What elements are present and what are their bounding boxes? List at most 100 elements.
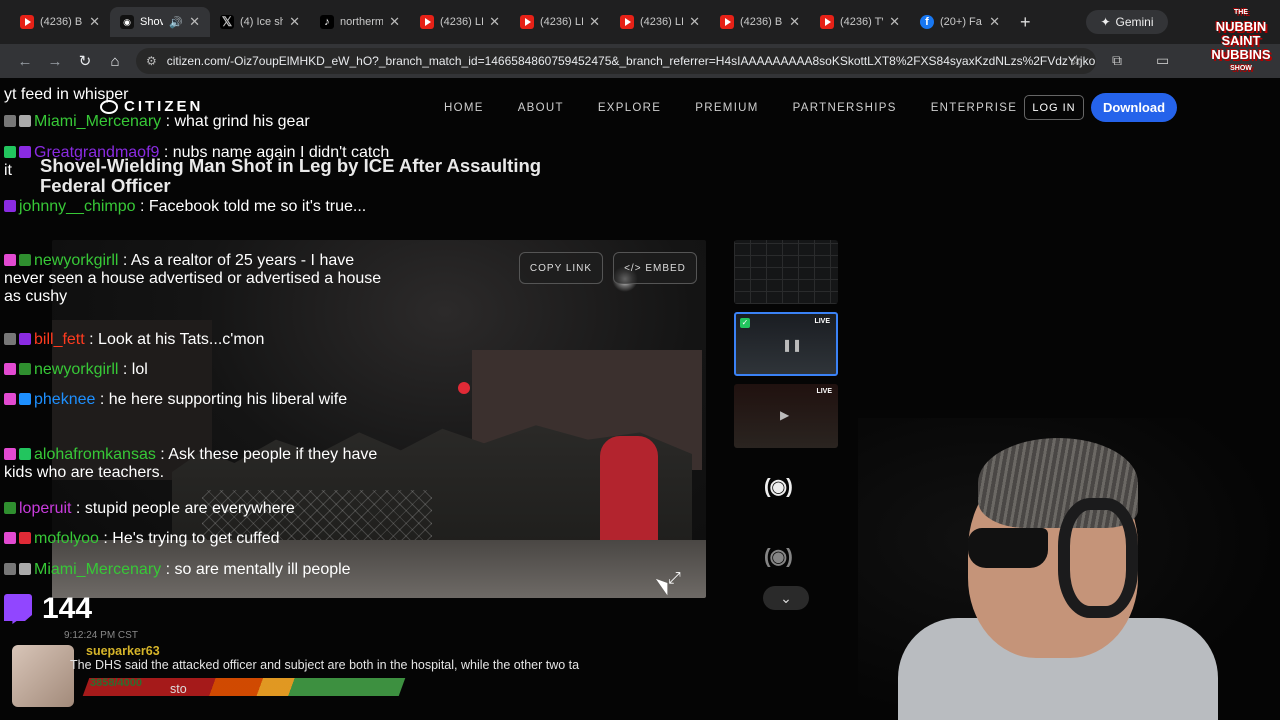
- copy-link-button[interactable]: COPY LINK: [519, 252, 603, 284]
- tab-label: (4) Ice sh: [240, 16, 284, 28]
- login-button[interactable]: LOG IN: [1024, 95, 1084, 120]
- nav-premium[interactable]: PREMIUM: [695, 102, 758, 114]
- home-icon[interactable]: ⌂: [100, 53, 130, 70]
- tab[interactable]: (4236) LI ✕: [410, 7, 510, 37]
- headphones-shape: [1058, 498, 1138, 618]
- chat-text: : Facebook told me so it's true...: [135, 198, 367, 215]
- youtube-icon: [20, 15, 34, 29]
- broadcast-icon[interactable]: (◉): [764, 474, 793, 499]
- badge-icon: [4, 502, 16, 514]
- new-tab-button[interactable]: +: [1020, 12, 1031, 33]
- caption-text: The DHS said the attacked officer and su…: [70, 658, 580, 672]
- avatar: [12, 645, 74, 707]
- tab[interactable]: f (20+) Fa ✕: [910, 7, 1010, 37]
- chat-username[interactable]: Miami_Mercenary: [34, 113, 161, 130]
- close-icon[interactable]: ✕: [589, 14, 600, 30]
- chat-message: Greatgrandmaof9 : nubs name again I didn…: [4, 144, 394, 180]
- close-icon[interactable]: ✕: [89, 14, 100, 30]
- forward-icon[interactable]: →: [40, 53, 70, 70]
- nav-partnerships[interactable]: PARTNERSHIPS: [793, 102, 897, 114]
- tab[interactable]: (4236) LI ✕: [610, 7, 710, 37]
- chat-username[interactable]: bill_fett: [34, 331, 85, 348]
- tab-label: (4236) BI: [740, 16, 784, 28]
- sidebar-icon[interactable]: ▭: [1156, 52, 1169, 69]
- badge-icon: [19, 448, 31, 460]
- back-icon[interactable]: ←: [10, 53, 40, 70]
- tab-label: (4236) LI: [640, 16, 684, 28]
- chat-message: johnny__chimpo : Facebook told me so it'…: [4, 198, 394, 216]
- broadcast-icon[interactable]: (◉): [764, 544, 793, 569]
- chat-username[interactable]: newyorkgirll: [34, 252, 118, 269]
- site-nav-links: HOME ABOUT EXPLORE PREMIUM PARTNERSHIPS …: [444, 102, 1051, 114]
- badge-icon: [19, 363, 31, 375]
- youtube-icon: [720, 15, 734, 29]
- chat-username[interactable]: newyorkgirll: [34, 361, 118, 378]
- tab[interactable]: (4236) LI ✕: [510, 7, 610, 37]
- tiktok-icon: ♪: [320, 15, 334, 29]
- caption-tail: sto: [170, 682, 187, 696]
- close-icon[interactable]: ✕: [489, 14, 500, 30]
- tab[interactable]: (4236) BI ✕: [10, 7, 110, 37]
- close-icon[interactable]: ✕: [689, 14, 700, 30]
- chat-message: bill_fett : Look at his Tats...c'mon: [4, 331, 394, 349]
- chat-text: : Look at his Tats...c'mon: [84, 331, 265, 348]
- fullscreen-icon[interactable]: ⤢: [668, 570, 681, 588]
- webcam-feed: [858, 418, 1280, 720]
- gemini-button[interactable]: ✦ Gemini: [1086, 10, 1168, 34]
- chat-message: alohafromkansas : Ask these people if th…: [4, 446, 394, 482]
- close-icon[interactable]: ✕: [989, 14, 1000, 30]
- tab-label: (4236) LI: [440, 16, 484, 28]
- tab[interactable]: 𝕏 (4) Ice sh ✕: [210, 7, 310, 37]
- sunglasses-shape: [968, 528, 1048, 568]
- tab[interactable]: (4236) TV ✕: [810, 7, 910, 37]
- nav-explore[interactable]: EXPLORE: [598, 102, 661, 114]
- live-thumbnail-active[interactable]: ✓ LIVE ❚❚: [734, 312, 838, 376]
- address-bar[interactable]: ⚙ citizen.com/-Oiz7oupElMHKD_eW_hO?_bran…: [136, 48, 1096, 74]
- close-icon[interactable]: ✕: [889, 14, 900, 30]
- chat-text: : what grind his gear: [161, 113, 310, 130]
- tab-label: Shove: [140, 16, 164, 28]
- gemini-label: Gemini: [1115, 15, 1154, 29]
- embed-button[interactable]: </> EMBED: [613, 252, 697, 284]
- close-icon[interactable]: ✕: [189, 14, 200, 30]
- chat-text: : so are mentally ill people: [161, 561, 351, 578]
- chat-username[interactable]: mofolyoo: [34, 530, 99, 547]
- close-icon[interactable]: ✕: [389, 14, 400, 30]
- reload-icon[interactable]: ↻: [70, 52, 100, 70]
- nav-about[interactable]: ABOUT: [518, 102, 564, 114]
- bookmark-star-icon[interactable]: ☆: [1070, 52, 1083, 69]
- nav-home[interactable]: HOME: [444, 102, 484, 114]
- chat-username[interactable]: pheknee: [34, 391, 95, 408]
- download-button[interactable]: Download: [1091, 93, 1177, 122]
- facebook-icon: f: [920, 15, 934, 29]
- chat-username[interactable]: johnny__chimpo: [19, 198, 136, 215]
- chat-message: Miami_Mercenary : so are mentally ill pe…: [4, 561, 394, 579]
- nav-enterprise[interactable]: ENTERPRISE: [931, 102, 1018, 114]
- tab-active[interactable]: ◉ Shove 🔊 ✕: [110, 7, 210, 37]
- tab-label: (4236) TV: [840, 16, 883, 28]
- close-icon[interactable]: ✕: [289, 14, 300, 30]
- tab[interactable]: (4236) BI ✕: [710, 7, 810, 37]
- subscriber-name: sueparker63: [86, 644, 160, 658]
- chat-username[interactable]: Greatgrandmaof9: [34, 144, 159, 161]
- chat-message: Miami_Mercenary : what grind his gear: [4, 113, 394, 131]
- site-info-icon[interactable]: ⚙: [146, 54, 157, 68]
- chat-username[interactable]: alohafromkansas: [34, 446, 156, 463]
- map-thumbnail[interactable]: [734, 240, 838, 304]
- chat-username[interactable]: Miami_Mercenary: [34, 561, 161, 578]
- chat-message: loperuit : stupid people are everywhere: [4, 500, 394, 518]
- youtube-icon: [620, 15, 634, 29]
- extensions-icon[interactable]: ⧉: [1112, 52, 1122, 69]
- chat-username[interactable]: loperuit: [19, 500, 71, 517]
- audio-icon[interactable]: 🔊: [169, 16, 183, 29]
- article-caption: The DHS said the attacked officer and su…: [70, 656, 630, 675]
- tab[interactable]: ♪ northerm ✕: [310, 7, 410, 37]
- chevron-down-icon[interactable]: ⌄: [763, 586, 809, 610]
- logo-text: NUBBIN: [1215, 19, 1267, 34]
- live-thumbnail[interactable]: LIVE ▶: [734, 384, 838, 448]
- close-icon[interactable]: ✕: [789, 14, 800, 30]
- logo-text: NUBBINS: [1211, 47, 1271, 62]
- person-red-jacket: [600, 436, 658, 556]
- chat-text: : lol: [118, 361, 148, 378]
- badge-icon: [19, 254, 31, 266]
